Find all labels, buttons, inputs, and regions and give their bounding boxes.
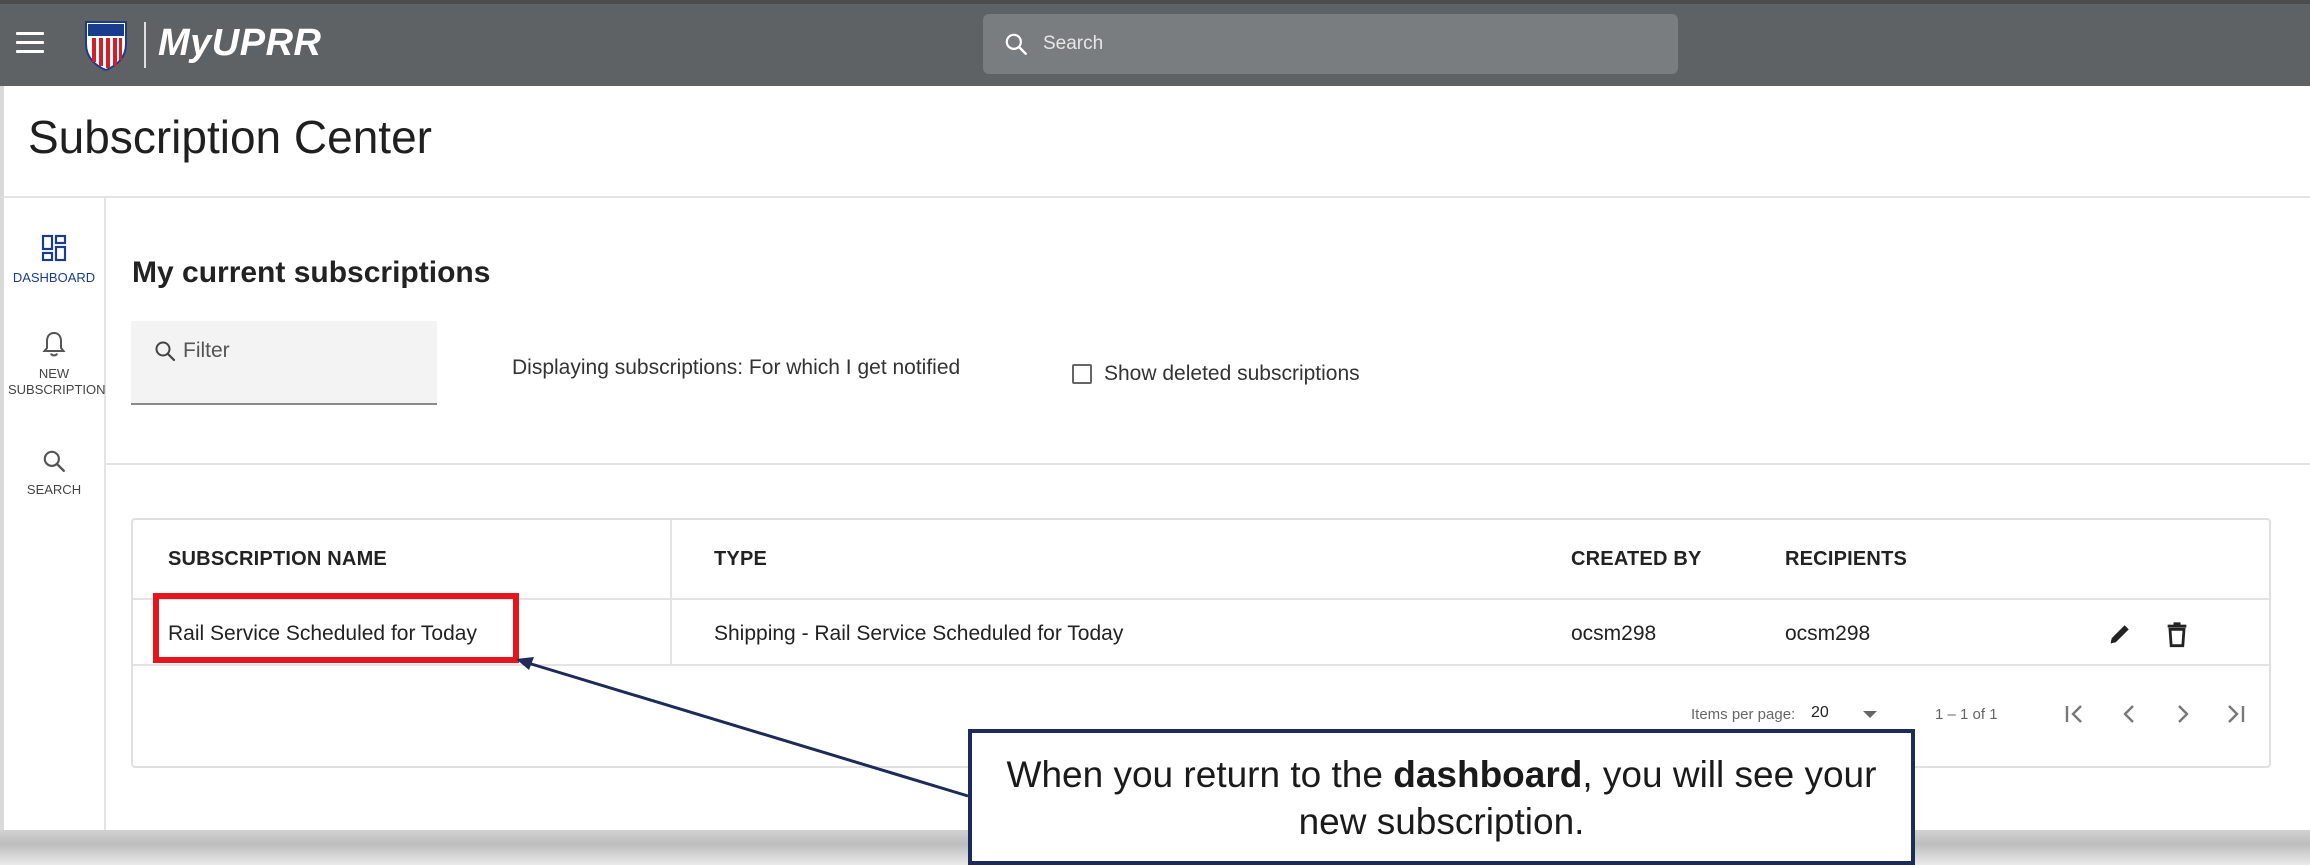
filter-input[interactable]	[183, 339, 423, 363]
menu-icon[interactable]	[16, 32, 44, 54]
delete-trash-icon[interactable]	[2163, 620, 2191, 648]
filter-field[interactable]	[131, 321, 437, 405]
table-header: SUBSCRIPTION NAME TYPE CREATED BY RECIPI…	[133, 520, 2269, 600]
rail-item-new-subscription[interactable]: NEW SUBSCRIPTION	[4, 330, 106, 398]
column-header-recipients[interactable]: RECIPIENTS	[1785, 548, 1907, 571]
page-header: Subscription Center	[0, 86, 2310, 198]
edit-pencil-icon[interactable]	[2106, 620, 2134, 648]
rail-item-dashboard[interactable]: DASHBOARD	[4, 234, 104, 286]
dashboard-icon	[41, 234, 67, 262]
callout-text: When you return to the dashboard, you wi…	[972, 751, 1911, 845]
brand-name[interactable]: MyUPRR	[158, 22, 321, 65]
show-deleted-label: Show deleted subscriptions	[1104, 362, 1360, 385]
top-app-bar: MyUPRR	[0, 0, 2310, 86]
column-header-subscription-name[interactable]: SUBSCRIPTION NAME	[168, 548, 387, 571]
displaying-filter-text: Displaying subscriptions: For which I ge…	[512, 356, 961, 379]
section-title: My current subscriptions	[132, 256, 491, 289]
section-divider	[106, 463, 2310, 465]
cell-created-by: ocsm298	[1571, 622, 1657, 645]
cell-type: Shipping - Rail Service Scheduled for To…	[714, 622, 1124, 645]
first-page-icon[interactable]	[2059, 696, 2091, 732]
table-row[interactable]: Rail Service Scheduled for Today Shippin…	[133, 593, 2269, 666]
next-page-icon[interactable]	[2167, 696, 2199, 732]
show-deleted-checkbox[interactable]	[1072, 364, 1092, 384]
logo-divider	[144, 22, 146, 68]
callout-text-start: When you return to the	[1006, 754, 1394, 795]
page-range-label: 1 – 1 of 1	[1935, 706, 1998, 723]
cell-recipients: ocsm298	[1785, 622, 1871, 645]
items-per-page-value: 20	[1811, 704, 1829, 721]
union-pacific-shield-logo	[85, 21, 127, 72]
side-navigation: DASHBOARD NEW SUBSCRIPTION SEARCH	[0, 198, 106, 838]
items-per-page-select[interactable]: 20	[1811, 702, 1883, 726]
callout-text-bold: dashboard	[1393, 754, 1583, 795]
new-subscription-highlight	[153, 593, 519, 663]
show-deleted-toggle[interactable]: Show deleted subscriptions	[1072, 362, 1360, 386]
instruction-callout: When you return to the dashboard, you wi…	[968, 729, 1915, 865]
search-icon	[1005, 33, 1027, 55]
last-page-icon[interactable]	[2219, 696, 2251, 732]
global-search-input[interactable]	[1043, 33, 1643, 55]
bell-icon	[42, 331, 66, 357]
column-header-created-by[interactable]: CREATED BY	[1571, 548, 1702, 571]
dropdown-caret-icon	[1863, 711, 1877, 718]
search-icon	[155, 341, 176, 362]
rail-label-dashboard: DASHBOARD	[12, 270, 96, 285]
rail-item-search[interactable]: SEARCH	[4, 448, 104, 498]
rail-label-search: SEARCH	[26, 482, 82, 497]
page-title: Subscription Center	[28, 111, 432, 163]
search-icon	[43, 450, 65, 472]
column-header-type[interactable]: TYPE	[714, 548, 767, 571]
items-per-page-label: Items per page:	[1691, 706, 1796, 723]
global-search[interactable]	[983, 14, 1678, 74]
previous-page-icon[interactable]	[2113, 696, 2145, 732]
rail-label-new-subscription: NEW SUBSCRIPTION	[8, 366, 106, 397]
